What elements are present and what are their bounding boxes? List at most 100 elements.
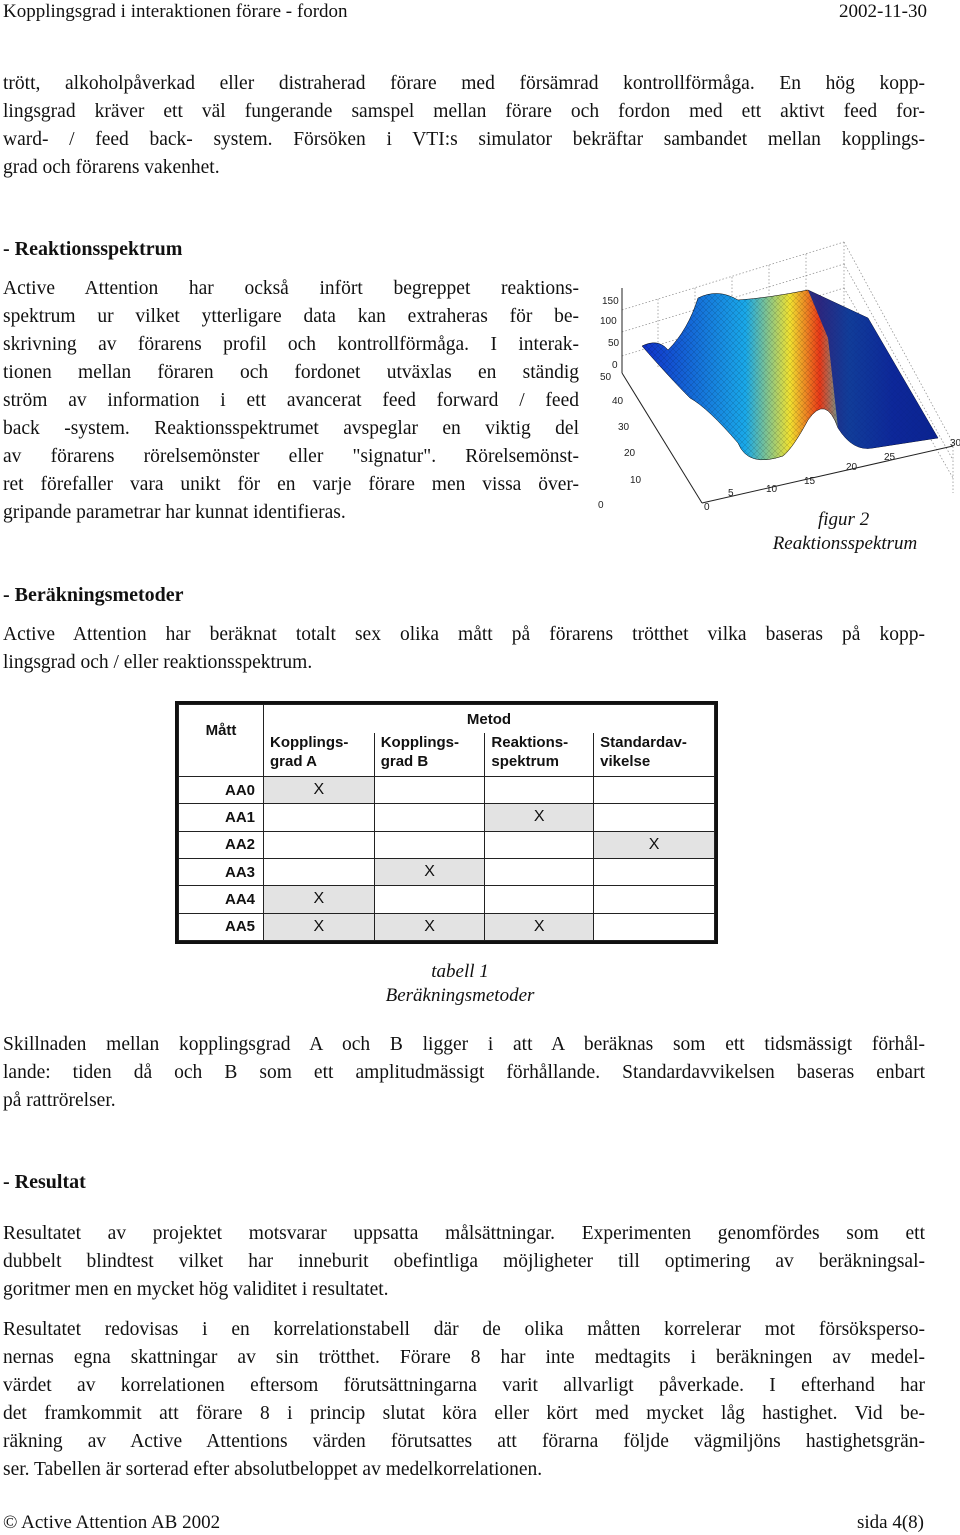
text-line: Resultatet redovisas i en korrelationsta… <box>3 1319 925 1340</box>
table-cell <box>593 885 715 914</box>
text-line: lingsgrad kräver ett väl fungerande sams… <box>3 101 925 122</box>
berakning-paragraph: Active Attention har beräknat totalt sex… <box>3 621 925 677</box>
surface-plot <box>621 241 954 504</box>
y-tick-label: 10 <box>630 475 642 486</box>
table-cell <box>484 775 595 805</box>
table-row: AA0 X <box>178 775 715 805</box>
text-line: spektrum ur vilket ytterligare data kan … <box>3 306 579 327</box>
table-cell <box>484 885 595 914</box>
table-caption-title: Beräkningsmetoder <box>385 985 535 1006</box>
table-cell: X <box>593 830 715 859</box>
table-cell: X <box>263 885 375 914</box>
table-cell: X <box>263 775 375 805</box>
resultat-paragraph-1: Resultatet av projektet motsvarar uppsat… <box>3 1220 925 1304</box>
footer-page-number: sida 4(8) <box>856 1512 924 1533</box>
table-cell <box>373 830 486 859</box>
table-cell <box>373 885 486 914</box>
y-tick-label: 0 <box>598 500 604 511</box>
text-line: gripande parametrar har kunnat identifie… <box>3 502 346 523</box>
table-cell <box>593 803 715 832</box>
text-line: ser. Tabellen är sorterad efter absolutb… <box>3 1459 543 1480</box>
text-line: ström av information i ett avancerat fee… <box>3 390 579 411</box>
table-row: AA3 X <box>178 857 715 887</box>
table-caption-number: tabell 1 <box>431 961 489 982</box>
x-tick-label: 20 <box>846 462 858 473</box>
x-tick-label: 5 <box>728 488 734 499</box>
row-label: AA3 <box>178 857 264 887</box>
z-tick-label: 0 <box>612 360 618 371</box>
text-line: lande: tiden då och B som ett amplitudmä… <box>3 1062 925 1083</box>
resultat-paragraph-2: Resultatet redovisas i en korrelationsta… <box>3 1316 925 1484</box>
text-line: lingsgrad och / eller reaktionsspektrum. <box>3 652 313 673</box>
text-line: skrivning av förarens profil och kontrol… <box>3 334 579 355</box>
text-line: Resultatet av projektet motsvarar uppsat… <box>3 1223 925 1244</box>
text-line: Active Attention har också infört begrep… <box>3 278 579 299</box>
column-group-header-metod: Metod <box>263 704 715 733</box>
x-tick-label: 30 <box>950 438 960 449</box>
text-line: goritmer men en mycket hög validitet i r… <box>3 1279 389 1300</box>
z-tick-label: 100 <box>600 316 617 327</box>
figure-caption-title: Reaktionsspektrum <box>772 533 918 554</box>
column-header-matt: Mått <box>178 704 264 777</box>
table-cell <box>263 830 375 859</box>
section-heading-resultat: - Resultat <box>3 1171 86 1193</box>
table-cell: X <box>373 912 486 942</box>
table-cell <box>593 857 715 887</box>
reaktionsspektrum-figure: 150 100 50 0 50 40 30 20 10 0 0 5 10 15 20 25 30 <box>598 238 960 528</box>
document-date: 2002-11-30 <box>839 1 927 22</box>
text-line: ward- / feed back- system. Försöken i VT… <box>3 129 925 150</box>
table-cell: X <box>484 912 595 942</box>
section-heading-reaktionsspektrum: - Reaktionsspektrum <box>3 238 183 260</box>
text-line: tionen mellan föraren och fordonet utväx… <box>3 362 579 383</box>
row-label: AA1 <box>178 803 264 832</box>
column-header: Kopplings-grad A <box>263 733 375 777</box>
table-cell <box>593 912 715 942</box>
x-tick-label: 25 <box>884 452 896 463</box>
text-line: värdet av korrelationen eftersom förutsä… <box>3 1375 925 1396</box>
table-cell <box>593 775 715 805</box>
text-line: räkning av Active Attentions värden föru… <box>3 1431 925 1452</box>
table-cell: X <box>484 803 595 832</box>
x-tick-label: 15 <box>804 476 816 487</box>
text-line: back -system. Reaktionsspektrumet avspeg… <box>3 418 579 439</box>
section-heading-berakningsmetoder: - Beräkningsmetoder <box>3 584 184 606</box>
after-table-paragraph: Skillnaden mellan kopplingsgrad A och B … <box>3 1031 925 1115</box>
table-row: AA4 X <box>178 885 715 914</box>
table-cell <box>484 830 595 859</box>
x-tick-label: 10 <box>766 484 778 495</box>
row-label: AA2 <box>178 830 264 859</box>
y-tick-label: 50 <box>600 372 612 383</box>
table-cell: X <box>263 912 375 942</box>
text-line: nernas egna skattningar av sin trötthet.… <box>3 1347 925 1368</box>
intro-paragraph: trött, alkoholpåverkad eller distraherad… <box>3 70 925 182</box>
text-line: på rattrörelser. <box>3 1090 116 1111</box>
row-label: AA5 <box>178 912 264 942</box>
text-line: Active Attention har beräknat totalt sex… <box>3 624 925 645</box>
surface <box>641 289 939 461</box>
text-line: trött, alkoholpåverkad eller distraherad… <box>3 73 925 94</box>
footer-copyright: © Active Attention AB 2002 <box>3 1512 221 1533</box>
table-row: AA5 X X X <box>178 912 715 942</box>
table-cell <box>373 775 486 805</box>
text-line: grad och förarens vakenhet. <box>3 157 220 178</box>
figure-caption-number: figur 2 <box>818 509 870 530</box>
table-row: AA2 X <box>178 830 715 859</box>
table-cell <box>484 857 595 887</box>
table-cell <box>263 803 375 832</box>
table-cell: X <box>373 857 486 887</box>
table-row: AA1 X <box>178 803 715 832</box>
x-axis <box>701 445 954 504</box>
text-line: ret förefaller vara unikt för en varje f… <box>3 474 579 495</box>
row-label: AA4 <box>178 885 264 914</box>
column-header: Kopplings-grad B <box>373 733 486 777</box>
column-header: Standardav-vikelse <box>593 733 715 777</box>
reaktion-paragraph: Active Attention har också infört begrep… <box>3 275 579 527</box>
y-tick-label: 30 <box>618 422 630 433</box>
methods-table: Mått Metod Kopplings-grad A Kopplings-gra… <box>175 701 718 944</box>
document-title: Kopplingsgrad i interaktionen förare - f… <box>3 1 348 22</box>
x-tick-label: 0 <box>704 502 710 513</box>
y-tick-label: 20 <box>624 448 636 459</box>
text-line: det framkommit att förare 8 i princip sl… <box>3 1403 925 1424</box>
column-header: Reaktions-spektrum <box>484 733 595 777</box>
y-tick-label: 40 <box>612 396 624 407</box>
